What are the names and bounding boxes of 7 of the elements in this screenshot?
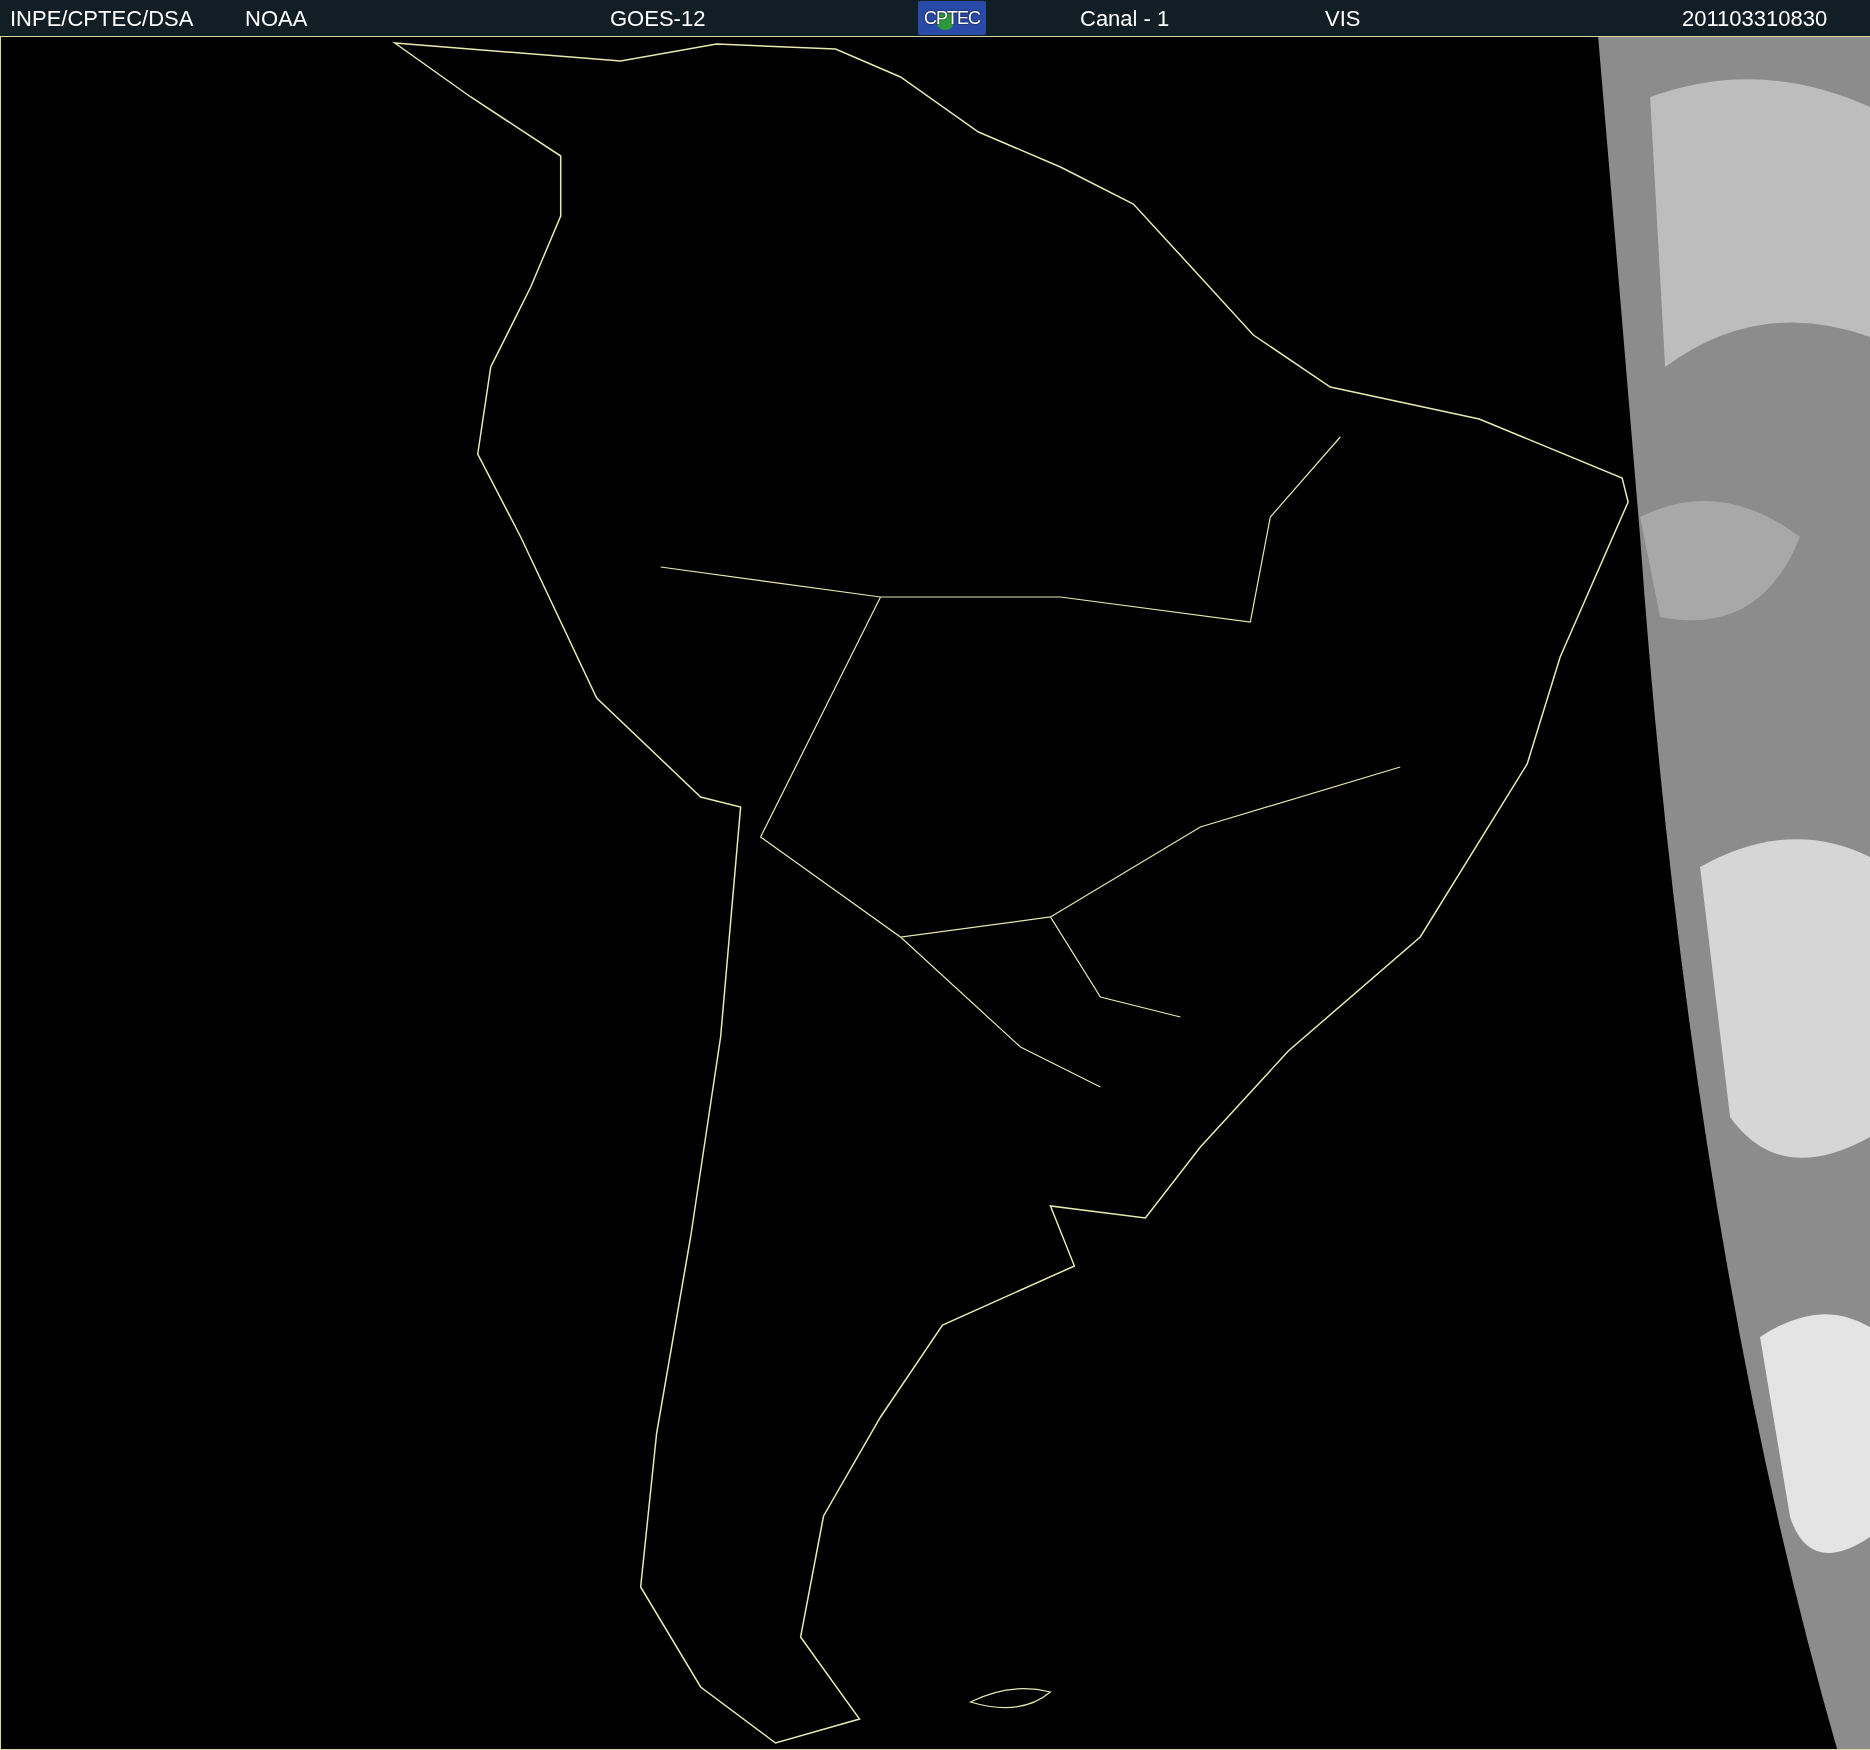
header-label: VIS xyxy=(1324,4,1362,33)
header-label: NOAA xyxy=(244,4,309,33)
header-label: 201103310830 xyxy=(1682,4,1829,33)
header-label: GOES-12 xyxy=(609,4,707,33)
logo: CPTEC xyxy=(918,1,986,35)
header-label: Canal - 1 xyxy=(1079,4,1171,33)
header-label: INPE/CPTEC/DSA xyxy=(9,4,195,33)
